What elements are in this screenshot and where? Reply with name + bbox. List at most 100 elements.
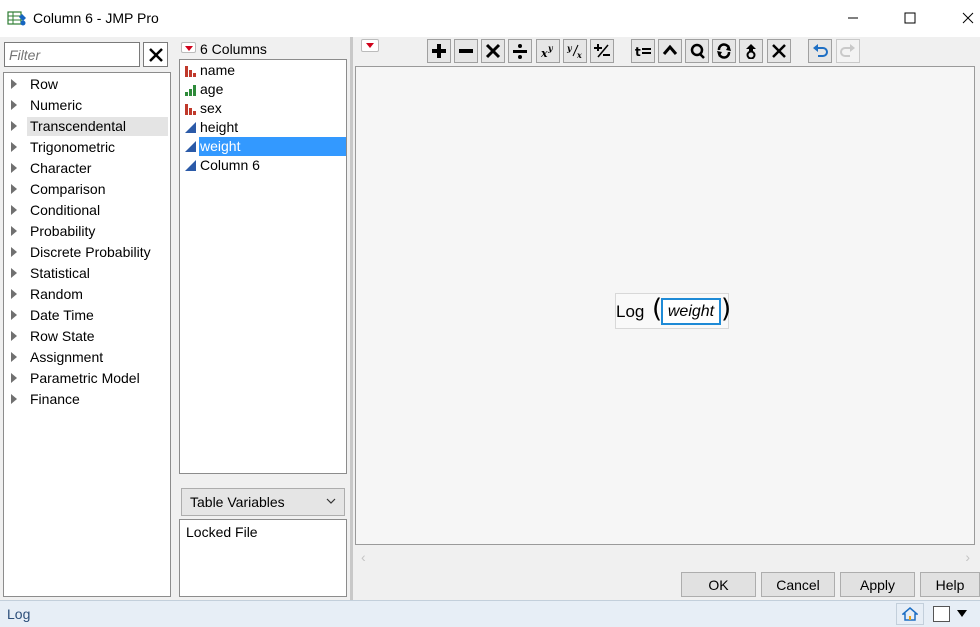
expand-triangle-icon[interactable]: [11, 226, 17, 236]
divide-button[interactable]: [508, 39, 532, 63]
column-item[interactable]: weight: [181, 137, 346, 156]
expand-triangle-icon[interactable]: [11, 142, 17, 152]
window-list-dropdown-icon[interactable]: [957, 610, 967, 617]
expand-triangle-icon[interactable]: [11, 79, 17, 89]
maximize-button[interactable]: [887, 0, 933, 36]
formula-canvas[interactable]: Log ( weight ): [355, 66, 975, 545]
function-category-item[interactable]: Date Time: [4, 305, 170, 325]
nominal-bar-icon: [185, 104, 196, 115]
group-button[interactable]: [739, 39, 763, 63]
function-category-label: Character: [30, 160, 92, 176]
peel-icon: [662, 44, 678, 55]
column-item[interactable]: age: [181, 80, 346, 99]
close-icon: [148, 47, 163, 62]
function-category-item[interactable]: Row: [4, 74, 170, 94]
function-category-label: Assignment: [30, 349, 104, 365]
root-button[interactable]: yx: [563, 39, 587, 63]
column-item[interactable]: name: [181, 61, 346, 80]
home-icon: [902, 607, 918, 621]
negate-icon: [594, 44, 610, 58]
function-category-item[interactable]: Comparison: [4, 179, 170, 199]
scroll-left-icon[interactable]: ‹: [361, 549, 366, 565]
minimize-icon: [848, 17, 858, 19]
expand-triangle-icon[interactable]: [11, 100, 17, 110]
columns-menu-button[interactable]: [181, 42, 196, 53]
close-window-button[interactable]: [945, 0, 980, 36]
table-variables-label: Table Variables: [190, 494, 285, 510]
function-category-item[interactable]: Statistical: [4, 263, 170, 283]
assign-button[interactable]: t: [631, 39, 655, 63]
formula-function-name[interactable]: Log: [616, 302, 644, 322]
peel-button[interactable]: [658, 39, 682, 63]
swap-button[interactable]: [712, 39, 736, 63]
window-list-box[interactable]: [933, 606, 950, 622]
function-category-item[interactable]: Assignment: [4, 347, 170, 367]
function-category-item[interactable]: Row State: [4, 326, 170, 346]
column-item[interactable]: sex: [181, 99, 346, 118]
local-variable-button[interactable]: [685, 39, 709, 63]
function-category-label: Trigonometric: [30, 139, 116, 155]
function-category-item[interactable]: Trigonometric: [4, 137, 170, 157]
column-item[interactable]: Column 6: [181, 156, 346, 175]
function-category-item[interactable]: Finance: [4, 389, 170, 409]
subtract-button[interactable]: [454, 39, 478, 63]
delete-button[interactable]: [767, 39, 791, 63]
expand-triangle-icon[interactable]: [11, 184, 17, 194]
function-category-item[interactable]: Discrete Probability: [4, 242, 170, 262]
function-category-item[interactable]: Parametric Model: [4, 368, 170, 388]
expand-triangle-icon[interactable]: [11, 352, 17, 362]
expand-triangle-icon[interactable]: [11, 268, 17, 278]
function-category-item[interactable]: Character: [4, 158, 170, 178]
function-category-item[interactable]: Probability: [4, 221, 170, 241]
function-category-label: Comparison: [30, 181, 106, 197]
formula-argument[interactable]: weight: [661, 298, 721, 325]
redo-button[interactable]: [836, 39, 860, 63]
cancel-button[interactable]: Cancel: [761, 572, 835, 597]
assign-icon: t: [635, 45, 651, 59]
column-label: sex: [200, 100, 222, 116]
panel-splitter[interactable]: [350, 37, 353, 600]
window-title: Column 6 - JMP Pro: [33, 10, 159, 26]
horizontal-scrollbar[interactable]: ‹ ›: [356, 547, 976, 569]
minimize-button[interactable]: [830, 0, 876, 36]
function-category-item[interactable]: Conditional: [4, 200, 170, 220]
svg-text:y: y: [547, 43, 554, 53]
apply-button[interactable]: Apply: [840, 572, 915, 597]
expand-triangle-icon[interactable]: [11, 289, 17, 299]
svg-text:y: y: [566, 43, 573, 53]
svg-text:x: x: [540, 47, 548, 59]
function-category-label: Numeric: [30, 97, 83, 113]
expand-triangle-icon[interactable]: [11, 163, 17, 173]
status-text: Log: [7, 606, 31, 622]
scroll-right-icon[interactable]: ›: [965, 549, 970, 565]
function-category-item[interactable]: Numeric: [4, 95, 170, 115]
column-list: name age sex height weight Column 6: [179, 59, 347, 474]
locked-file-item[interactable]: Locked File: [186, 524, 258, 540]
function-category-item[interactable]: Random: [4, 284, 170, 304]
editor-menu-button[interactable]: [361, 39, 379, 52]
formula-expression[interactable]: Log ( weight ): [615, 293, 731, 329]
expand-triangle-icon[interactable]: [11, 310, 17, 320]
power-button[interactable]: xy: [536, 39, 560, 63]
help-button[interactable]: Help: [920, 572, 980, 597]
ok-button[interactable]: OK: [681, 572, 756, 597]
home-button[interactable]: [896, 603, 924, 625]
expand-triangle-icon[interactable]: [11, 247, 17, 257]
multiply-button[interactable]: [481, 39, 505, 63]
divide-icon: [513, 44, 527, 59]
add-button[interactable]: [427, 39, 451, 63]
function-filter-input[interactable]: [4, 42, 140, 67]
expand-triangle-icon[interactable]: [11, 121, 17, 131]
expand-triangle-icon[interactable]: [11, 373, 17, 383]
function-category-item[interactable]: Transcendental: [4, 116, 170, 136]
jmp-app-icon: [7, 11, 26, 26]
expand-triangle-icon[interactable]: [11, 205, 17, 215]
table-variables-select[interactable]: Table Variables: [181, 488, 345, 516]
expand-triangle-icon[interactable]: [11, 331, 17, 341]
column-label: height: [200, 119, 239, 135]
negate-button[interactable]: [590, 39, 614, 63]
undo-button[interactable]: [808, 39, 832, 63]
clear-filter-button[interactable]: [143, 42, 168, 67]
column-item[interactable]: height: [181, 118, 346, 137]
expand-triangle-icon[interactable]: [11, 394, 17, 404]
